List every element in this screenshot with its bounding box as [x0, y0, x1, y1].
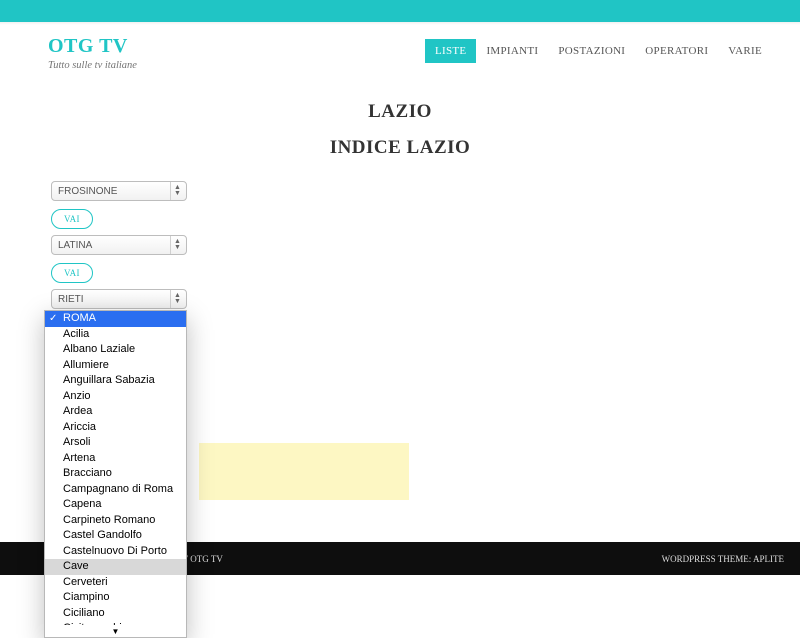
nav-item-varie[interactable]: VARIE: [718, 39, 772, 63]
dropdown-option[interactable]: Anzio: [45, 389, 186, 405]
dropdown-option[interactable]: ROMA: [45, 311, 186, 327]
province-row: RIETI ▲▼: [51, 289, 800, 309]
dropdown-scroll-down-icon[interactable]: ▼: [45, 625, 186, 637]
dropdown-option[interactable]: Ardea: [45, 404, 186, 420]
dropdown-option[interactable]: Bracciano: [45, 466, 186, 482]
footer-theme: WORDPRESS THEME: APLITE: [662, 554, 784, 564]
province-row: LATINA ▲▼: [51, 235, 800, 255]
dropdown-option[interactable]: Campagnano di Roma: [45, 482, 186, 498]
nav-item-postazioni[interactable]: POSTAZIONI: [548, 39, 635, 63]
footer-theme-link[interactable]: APLITE: [753, 554, 784, 564]
dropdown-option[interactable]: Capena: [45, 497, 186, 513]
site-tagline: Tutto sulle tv italiane: [48, 60, 137, 71]
dropdown-option[interactable]: Carpineto Romano: [45, 513, 186, 529]
dropdown-option[interactable]: Allumiere: [45, 358, 186, 374]
dropdown-option[interactable]: Castelnuovo Di Porto: [45, 544, 186, 560]
province-select-value: FROSINONE: [58, 186, 117, 197]
nav-item-operatori[interactable]: OPERATORI: [635, 39, 718, 63]
province-select-value: LATINA: [58, 240, 92, 251]
dropdown-option[interactable]: Ciampino: [45, 590, 186, 606]
brand-block[interactable]: OTG TV Tutto sulle tv italiane: [48, 35, 137, 71]
province-select[interactable]: RIETI ▲▼: [51, 289, 187, 309]
select-arrows-icon: ▲▼: [170, 290, 184, 308]
index-heading: INDICE LAZIO: [0, 137, 800, 159]
ad-placeholder: [199, 443, 409, 500]
roma-select-dropdown[interactable]: ROMAAciliaAlbano LazialeAllumiereAnguill…: [44, 310, 187, 638]
go-button[interactable]: VAI: [51, 209, 93, 229]
region-heading: LAZIO: [0, 101, 800, 123]
go-button[interactable]: VAI: [51, 263, 93, 283]
nav-item-impianti[interactable]: IMPIANTI: [476, 39, 548, 63]
province-row: FROSINONE ▲▼: [51, 181, 800, 201]
top-accent-bar: [0, 0, 800, 22]
dropdown-option[interactable]: Castel Gandolfo: [45, 528, 186, 544]
dropdown-option[interactable]: Artena: [45, 451, 186, 467]
select-arrows-icon: ▲▼: [170, 182, 184, 200]
dropdown-option[interactable]: Albano Laziale: [45, 342, 186, 358]
dropdown-option[interactable]: Ariccia: [45, 420, 186, 436]
site-title[interactable]: OTG TV: [48, 35, 137, 58]
province-select-value: RIETI: [58, 294, 84, 305]
dropdown-option[interactable]: Cave: [45, 559, 186, 575]
footer-theme-prefix: WORDPRESS THEME:: [662, 554, 753, 564]
dropdown-option[interactable]: Anguillara Sabazia: [45, 373, 186, 389]
dropdown-option[interactable]: Acilia: [45, 327, 186, 343]
select-arrows-icon: ▲▼: [170, 236, 184, 254]
province-select[interactable]: LATINA ▲▼: [51, 235, 187, 255]
main-nav: LISTEIMPIANTIPOSTAZIONIOPERATORIVARIE: [425, 39, 772, 63]
dropdown-option[interactable]: Cerveteri: [45, 575, 186, 591]
page-content: LAZIO INDICE LAZIO FROSINONE ▲▼ VAI LATINA ▲…: [0, 101, 800, 343]
site-header: OTG TV Tutto sulle tv italiane LISTEIMPI…: [0, 25, 800, 79]
dropdown-option[interactable]: Ciciliano: [45, 606, 186, 622]
province-select[interactable]: FROSINONE ▲▼: [51, 181, 187, 201]
dropdown-option[interactable]: Arsoli: [45, 435, 186, 451]
nav-item-liste[interactable]: LISTE: [425, 39, 476, 63]
